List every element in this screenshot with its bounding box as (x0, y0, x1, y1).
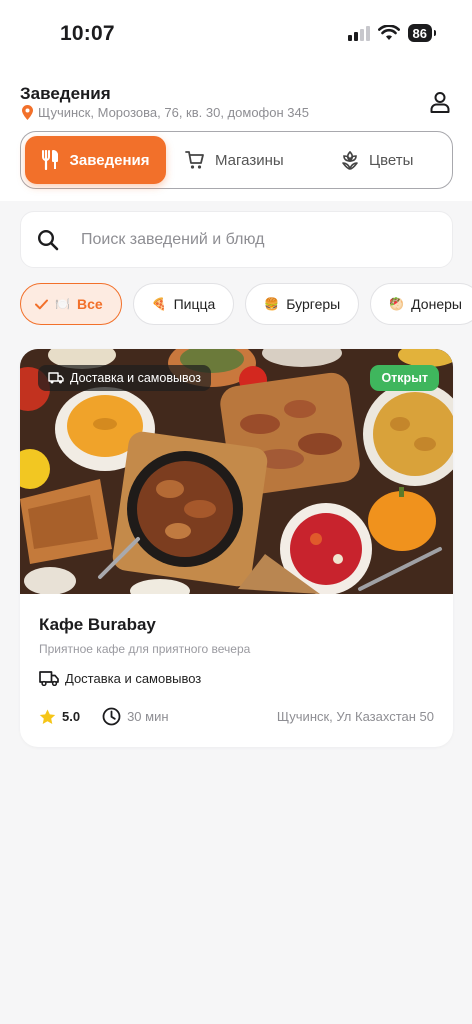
wifi-icon (377, 25, 400, 40)
pizza-icon: 🍕 (151, 297, 167, 311)
user-icon (430, 92, 450, 113)
segment-label: Заведения (69, 151, 150, 169)
page-title: Заведения (20, 84, 111, 103)
filter-label: Бургеры (286, 296, 341, 312)
cart-icon (185, 150, 204, 169)
filter-chips: 🍽️ Все 🍕 Пицца 🍔 Бургеры 🥙 Донеры (20, 283, 472, 325)
flower-icon (342, 150, 358, 170)
category-segmented-control: Заведения Магазины Цветы (20, 131, 453, 189)
segment-label: Цветы (369, 151, 414, 169)
filter-chip-doners[interactable]: 🥙 Донеры (370, 283, 472, 325)
status-time: 10:07 (60, 22, 115, 45)
rating: 5.0 (39, 709, 80, 725)
cutlery-icon (42, 150, 59, 170)
signal-icon (347, 25, 370, 41)
delivery-info: Доставка и самовывоз (39, 671, 201, 686)
restaurant-meta: 5.0 30 мин Щучинск, Ул Казахстан 50 (39, 707, 434, 726)
header: Заведения Щучинск, Морозова, 76, кв. 30,… (0, 70, 472, 201)
restaurant-card[interactable]: Доставка и самовывоз Открыт Кафе Burabay… (20, 349, 453, 747)
segment-flowers[interactable]: Цветы (341, 136, 413, 184)
delivery-info-label: Доставка и самовывоз (65, 671, 202, 686)
filter-chip-burgers[interactable]: 🍔 Бургеры (245, 283, 360, 325)
truck-icon (48, 372, 64, 384)
open-status-badge: Открыт (370, 365, 439, 391)
filter-chip-pizza[interactable]: 🍕 Пицца (132, 283, 235, 325)
delivery-badge-label: Доставка и самовывоз (70, 371, 202, 385)
segment-shops[interactable]: Магазины (185, 136, 284, 184)
search-input[interactable] (81, 230, 411, 249)
delivery-time-value: 30 мин (127, 709, 169, 724)
restaurant-name: Кафе Burabay (39, 615, 156, 634)
search-icon (37, 229, 59, 250)
segment-label: Магазины (215, 151, 284, 169)
clock-icon (102, 707, 121, 726)
delivery-time: 30 мин (102, 707, 169, 726)
plate-icon: 🍽️ (55, 297, 70, 311)
truck-icon (39, 671, 59, 686)
filter-chip-all[interactable]: 🍽️ Все (20, 283, 122, 325)
segment-establishments[interactable]: Заведения (25, 136, 166, 184)
location-pin-icon (22, 105, 33, 120)
delivery-address-text: Щучинск, Морозова, 76, кв. 30, домофон 3… (38, 105, 309, 120)
delivery-address[interactable]: Щучинск, Морозова, 76, кв. 30, домофон 3… (22, 105, 309, 120)
star-icon (39, 709, 56, 724)
burger-icon: 🍔 (264, 297, 280, 311)
filter-label: Донеры (411, 296, 462, 312)
battery-icon: 86 (407, 24, 437, 42)
restaurant-address: Щучинск, Ул Казахстан 50 (276, 709, 434, 724)
check-icon (35, 299, 48, 309)
filter-label: Все (76, 296, 103, 312)
restaurant-description: Приятное кафе для приятного вечера (39, 642, 251, 656)
status-bar: 10:07 86 (0, 0, 472, 70)
status-icons: 86 (347, 24, 437, 42)
rating-value: 5.0 (62, 709, 81, 724)
filter-label: Пицца (173, 296, 216, 312)
delivery-badge: Доставка и самовывоз (38, 365, 212, 391)
search-bar (20, 211, 453, 268)
profile-button[interactable] (426, 88, 454, 116)
doner-icon: 🥙 (389, 297, 405, 311)
